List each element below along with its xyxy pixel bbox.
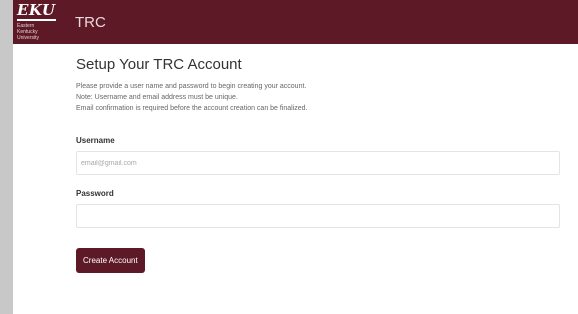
logo-mark: EKU: [17, 1, 56, 21]
info-text-unique-note: Note: Username and email address must be…: [76, 94, 238, 101]
username-input[interactable]: [76, 151, 560, 175]
page-title: Setup Your TRC Account: [76, 56, 242, 73]
password-input[interactable]: [76, 204, 560, 228]
navbar: EKU Eastern Kentucky University TRC: [13, 0, 578, 44]
eku-logo[interactable]: EKU Eastern Kentucky University: [17, 2, 57, 42]
account-setup-form: Setup Your TRC Account Please provide a …: [76, 56, 560, 273]
info-text-instructions: Please provide a user name and password …: [76, 83, 307, 90]
password-label: Password: [76, 189, 114, 198]
brand-title[interactable]: TRC: [75, 14, 106, 31]
logo-subtext: Eastern Kentucky University: [17, 23, 39, 41]
username-label: Username: [76, 136, 115, 145]
create-account-button[interactable]: Create Account: [76, 248, 145, 273]
info-text-email-confirmation: Email confirmation is required before th…: [76, 105, 308, 112]
